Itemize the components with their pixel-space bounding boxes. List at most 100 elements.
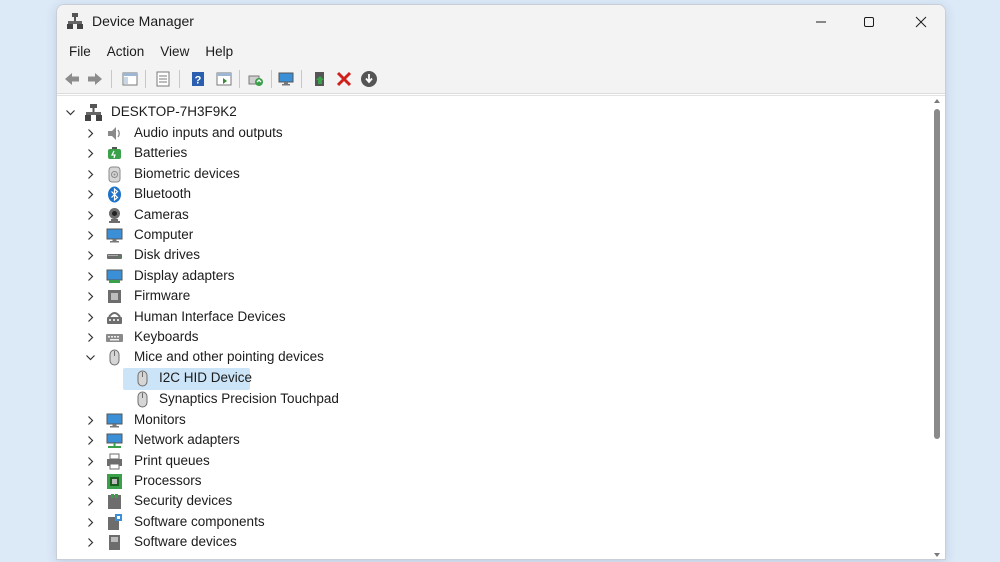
device-manager-app-icon (67, 13, 83, 29)
chevron-right-icon[interactable] (85, 456, 96, 467)
tree-device-synaptics-precision-touchpad[interactable]: Synaptics Precision Touchpad (57, 389, 917, 410)
chevron-down-icon[interactable] (85, 352, 96, 363)
monitor-button[interactable] (275, 68, 297, 90)
menu-file[interactable]: File (63, 41, 97, 62)
security-icon (108, 494, 121, 510)
speaker-icon (108, 127, 120, 140)
tree-category-human-interface-devices[interactable]: Human Interface Devices (57, 307, 917, 328)
properties-button[interactable] (152, 68, 174, 90)
chevron-right-icon[interactable] (85, 496, 96, 507)
chevron-right-icon[interactable] (85, 476, 96, 487)
display-adapter-icon (106, 269, 123, 283)
close-button[interactable] (897, 5, 945, 38)
toolbar-separator (145, 70, 146, 88)
tree-category-network-adapters[interactable]: Network adapters (57, 430, 917, 451)
chevron-right-icon[interactable] (85, 291, 96, 302)
uninstall-device-button[interactable] (333, 68, 355, 90)
show-hide-console-tree-button[interactable] (119, 68, 141, 90)
chevron-right-icon[interactable] (85, 517, 96, 528)
menu-view[interactable]: View (154, 41, 195, 62)
chevron-right-icon[interactable] (85, 169, 96, 180)
tree-category-firmware[interactable]: Firmware (57, 286, 917, 307)
chevron-right-icon[interactable] (85, 537, 96, 548)
tree-category-label: Display adapters (134, 267, 235, 283)
tree-category-label: Biometric devices (134, 165, 240, 181)
tree-category-bluetooth[interactable]: Bluetooth (57, 184, 917, 205)
update-driver-button[interactable] (309, 68, 331, 90)
device-tree: DESKTOP-7H3F9K2 Audio inputs and outputs… (57, 95, 945, 559)
toolbar-separator (301, 70, 302, 88)
hid-icon (107, 311, 122, 324)
chevron-right-icon[interactable] (85, 230, 96, 241)
tree-category-biometric-devices[interactable]: Biometric devices (57, 164, 917, 185)
tree-category-software-devices[interactable]: Software devices (57, 532, 917, 553)
chevron-right-icon[interactable] (85, 435, 96, 446)
toolbar-separator (271, 70, 272, 88)
scroll-up-icon[interactable] (933, 97, 941, 105)
processor-icon (107, 474, 122, 489)
tree-category-label: Monitors (134, 411, 186, 427)
tree-category-label: Batteries (134, 145, 188, 161)
mouse-icon (109, 349, 120, 366)
tree-category-label: Software devices (134, 534, 237, 550)
back-button[interactable] (61, 68, 83, 90)
scroll-thumb[interactable] (934, 109, 940, 439)
minimize-button[interactable] (797, 5, 845, 38)
tree-category-label: Human Interface Devices (134, 308, 286, 324)
chevron-right-icon[interactable] (85, 332, 96, 343)
tree-category-batteries[interactable]: Batteries (57, 143, 917, 164)
update-driver-icon (315, 72, 324, 86)
tree-category-monitors[interactable]: Monitors (57, 410, 917, 431)
back-arrow-icon (65, 73, 79, 85)
scan-hardware-button[interactable] (245, 68, 267, 90)
tree-root-row[interactable]: DESKTOP-7H3F9K2 (57, 102, 917, 123)
tree-category-display-adapters[interactable]: Display adapters (57, 266, 917, 287)
tree-category-software-components[interactable]: Software components (57, 512, 917, 533)
tree-category-computer[interactable]: Computer (57, 225, 917, 246)
tree-category-label: Cameras (134, 206, 189, 222)
chevron-right-icon[interactable] (85, 271, 96, 282)
svg-text:?: ? (195, 75, 202, 87)
tree-root-label: DESKTOP-7H3F9K2 (111, 104, 237, 119)
network-icon (106, 433, 123, 449)
disable-device-icon (361, 71, 377, 87)
disable-device-button[interactable] (358, 68, 380, 90)
vertical-scrollbar[interactable] (931, 97, 943, 559)
tree-category-label: Firmware (134, 288, 191, 304)
tree-category-print-queues[interactable]: Print queues (57, 451, 917, 472)
forward-button[interactable] (84, 68, 106, 90)
menu-action[interactable]: Action (101, 41, 151, 62)
tree-category-processors[interactable]: Processors (57, 471, 917, 492)
tree-device-label: I2C HID Device (159, 370, 253, 386)
chevron-right-icon[interactable] (85, 210, 96, 221)
keyboard-icon (106, 334, 123, 342)
help-button[interactable]: ? (187, 68, 209, 90)
tree-category-label: Computer (134, 227, 194, 242)
tree-category-label: Print queues (134, 452, 210, 468)
chevron-right-icon[interactable] (85, 312, 96, 323)
computer-icon (106, 228, 123, 243)
maximize-button[interactable] (845, 5, 893, 38)
mouse-icon (137, 391, 148, 408)
chevron-right-icon[interactable] (85, 128, 96, 139)
chevron-right-icon[interactable] (85, 189, 96, 200)
tree-category-security-devices[interactable]: Security devices (57, 491, 917, 512)
tree-category-mice-and-other-pointing-devices[interactable]: Mice and other pointing devices (57, 347, 917, 368)
chevron-right-icon[interactable] (85, 148, 96, 159)
chevron-down-icon[interactable] (65, 107, 76, 118)
chevron-right-icon[interactable] (85, 250, 96, 261)
device-manager-window: Device Manager File Action View Help ? D… (56, 4, 946, 560)
action-pane-button[interactable] (213, 68, 235, 90)
tree-category-label: Disk drives (134, 247, 201, 263)
menu-help[interactable]: Help (199, 41, 239, 62)
tree-category-cameras[interactable]: Cameras (57, 205, 917, 226)
tree-category-audio-inputs-and-outputs[interactable]: Audio inputs and outputs (57, 123, 917, 144)
window-title: Device Manager (92, 13, 194, 29)
tree-category-keyboards[interactable]: Keyboards (57, 327, 917, 348)
menu-bar: File Action View Help (57, 38, 945, 64)
tree-device-i2c-hid-device[interactable]: I2C HID Device (57, 368, 917, 391)
scroll-down-icon[interactable] (933, 551, 941, 559)
minimize-icon (816, 21, 826, 22)
tree-category-disk-drives[interactable]: Disk drives (57, 245, 917, 266)
chevron-right-icon[interactable] (85, 415, 96, 426)
